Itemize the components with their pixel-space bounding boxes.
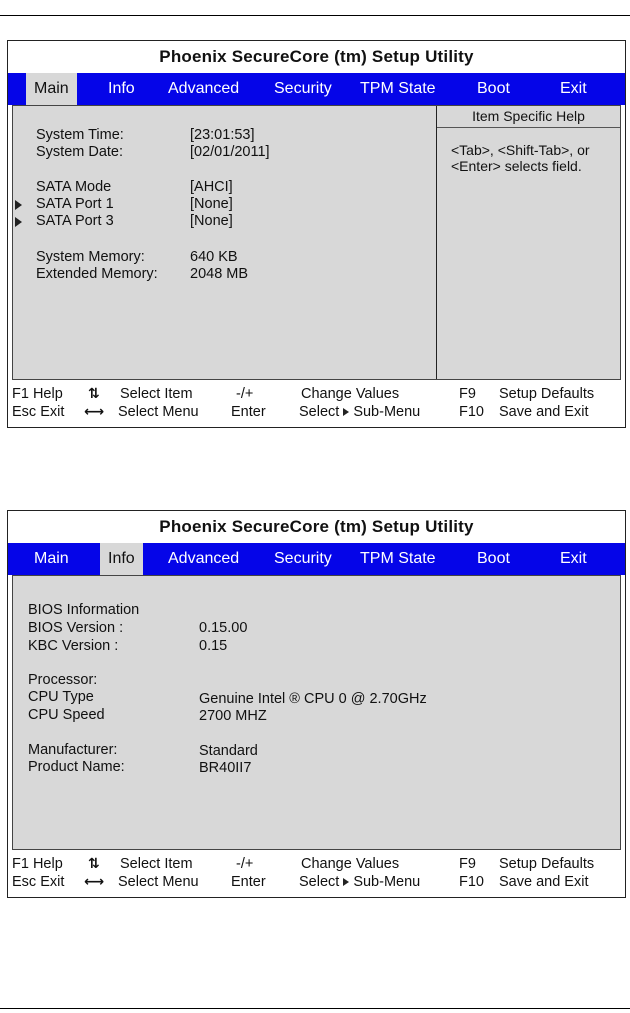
- submenu-arrow-icon: [15, 200, 22, 210]
- page-bottom-rule: [0, 1008, 630, 1009]
- key-f10: F10: [459, 404, 484, 420]
- tab-boot[interactable]: Boot: [477, 73, 510, 105]
- manufacturer-label: Manufacturer:: [28, 742, 118, 758]
- key-f9: F9: [459, 386, 476, 402]
- sata-mode-label: SATA Mode: [36, 179, 112, 195]
- bios-information-heading: BIOS Information: [28, 602, 140, 618]
- tab-advanced[interactable]: Advanced: [168, 543, 239, 575]
- help-title: Item Specific Help: [437, 108, 620, 128]
- product-name-value: BR40II7: [199, 760, 252, 776]
- up-down-arrows-icon: ⇅: [88, 385, 100, 401]
- key-f1-help: F1 Help: [12, 856, 63, 872]
- bios-version-value: 0.15.00: [199, 620, 248, 636]
- key-select-submenu: Select Sub-Menu: [299, 404, 421, 420]
- system-date-label: System Date:: [36, 144, 124, 160]
- tab-tpm-state[interactable]: TPM State: [360, 73, 436, 105]
- system-memory-label: System Memory:: [36, 249, 145, 265]
- tab-tpm-state[interactable]: TPM State: [360, 543, 436, 575]
- tab-info[interactable]: Info: [108, 73, 135, 105]
- cpu-speed-label: CPU Speed: [28, 707, 105, 723]
- tab-advanced[interactable]: Advanced: [168, 73, 239, 105]
- help-text: <Tab>, <Shift-Tab>, or <Enter> selects f…: [451, 142, 590, 174]
- extended-memory-value: 2048 MB: [190, 266, 249, 282]
- sata-port3-item[interactable]: SATA Port 3: [36, 213, 114, 230]
- key-legend: F1 Help ⇅ Select Item -/+ Change Values …: [8, 852, 625, 896]
- help-pane: Item Specific Help <Tab>, <Shift-Tab>, o…: [436, 106, 620, 379]
- key-setup-defaults: Setup Defaults: [499, 386, 595, 402]
- bios-screen-main: Phoenix SecureCore (tm) Setup Utility Ma…: [7, 40, 626, 428]
- submenu-arrow-icon: [15, 217, 22, 227]
- key-esc-exit: Esc Exit: [12, 874, 65, 890]
- tab-security[interactable]: Security: [274, 73, 332, 105]
- cpu-speed-value: 2700 MHZ: [199, 708, 267, 724]
- key-f10: F10: [459, 874, 484, 890]
- key-esc-exit: Esc Exit: [12, 404, 65, 420]
- cpu-type-label: CPU Type: [28, 689, 94, 705]
- manufacturer-value: Standard: [199, 743, 258, 759]
- tab-info[interactable]: Info: [100, 543, 143, 575]
- left-right-arrows-icon: ⟷: [84, 403, 105, 419]
- sata-mode-field[interactable]: [AHCI]: [190, 179, 233, 196]
- bios-screen-info: Phoenix SecureCore (tm) Setup Utility Ma…: [7, 510, 626, 898]
- key-select-item: Select Item: [120, 856, 193, 872]
- key-enter: Enter: [231, 874, 266, 890]
- key-setup-defaults: Setup Defaults: [499, 856, 595, 872]
- key-enter: Enter: [231, 404, 266, 420]
- key-select-submenu: Select Sub-Menu: [299, 874, 421, 890]
- kbc-version-value: 0.15: [199, 638, 228, 654]
- main-panel: System Time: [23:01:53] System Date: [02…: [12, 105, 621, 380]
- key-select-menu: Select Menu: [118, 404, 199, 420]
- sata-port3-value: [None]: [190, 213, 233, 229]
- cpu-type-value: Genuine Intel ® CPU 0 @ 2.70GHz: [199, 691, 427, 707]
- system-time-label: System Time:: [36, 127, 124, 143]
- triangle-right-icon: [343, 877, 350, 886]
- page-top-rule: [0, 15, 630, 16]
- window-title: Phoenix SecureCore (tm) Setup Utility: [159, 47, 474, 66]
- up-down-arrows-icon: ⇅: [88, 855, 100, 871]
- system-time-field[interactable]: [23:01:53]: [190, 127, 255, 144]
- left-right-arrows-icon: ⟷: [84, 873, 105, 889]
- tab-main[interactable]: Main: [26, 73, 77, 105]
- key-minus-plus: -/+: [236, 386, 254, 402]
- triangle-right-icon: [343, 407, 350, 416]
- key-legend: F1 Help ⇅ Select Item -/+ Change Values …: [8, 382, 625, 426]
- system-date-field[interactable]: [02/01/2011]: [190, 144, 270, 161]
- key-change-values: Change Values: [301, 386, 400, 402]
- tab-security[interactable]: Security: [274, 543, 332, 575]
- window-title: Phoenix SecureCore (tm) Setup Utility: [159, 517, 474, 536]
- key-save-exit: Save and Exit: [499, 874, 589, 890]
- key-minus-plus: -/+: [236, 856, 254, 872]
- kbc-version-label: KBC Version :: [28, 638, 119, 654]
- key-f1-help: F1 Help: [12, 386, 63, 402]
- bios-version-label: BIOS Version :: [28, 620, 124, 636]
- product-name-label: Product Name:: [28, 759, 125, 775]
- key-change-values: Change Values: [301, 856, 400, 872]
- extended-memory-label: Extended Memory:: [36, 266, 158, 282]
- menu-bar: Main Info Advanced Security TPM State Bo…: [8, 543, 625, 575]
- sata-port1-item[interactable]: SATA Port 1: [36, 196, 114, 213]
- key-save-exit: Save and Exit: [499, 404, 589, 420]
- info-panel: BIOS Information BIOS Version : 0.15.00 …: [12, 575, 621, 850]
- tab-exit[interactable]: Exit: [560, 543, 587, 575]
- system-memory-value: 640 KB: [190, 249, 238, 265]
- tab-main[interactable]: Main: [34, 543, 69, 575]
- tab-boot[interactable]: Boot: [477, 543, 510, 575]
- key-f9: F9: [459, 856, 476, 872]
- processor-heading: Processor:: [28, 672, 98, 688]
- sata-port1-value: [None]: [190, 196, 233, 212]
- key-select-item: Select Item: [120, 386, 193, 402]
- tab-exit[interactable]: Exit: [560, 73, 587, 105]
- key-select-menu: Select Menu: [118, 874, 199, 890]
- menu-bar: Main Info Advanced Security TPM State Bo…: [8, 73, 625, 105]
